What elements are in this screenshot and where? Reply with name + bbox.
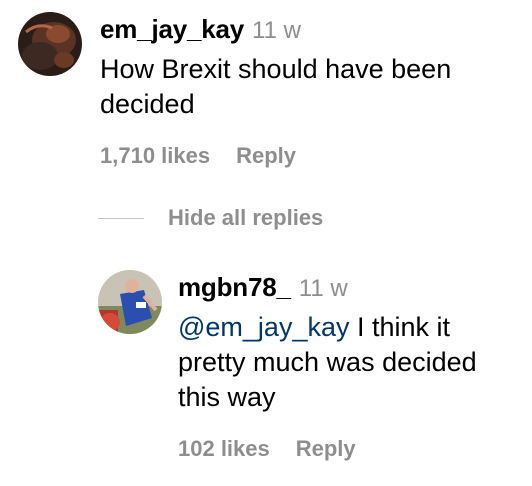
comment-reply-button[interactable]: Reply: [236, 143, 296, 169]
comment-header: em_jay_kay 11 w: [100, 14, 301, 45]
comment-username[interactable]: em_jay_kay: [100, 14, 244, 44]
comment-actions: 1,710 likes Reply: [100, 143, 296, 169]
comment-timestamp: 11 w: [252, 17, 301, 44]
hide-replies-label: Hide all replies: [168, 205, 324, 230]
reply-text-segment: I think it: [349, 312, 451, 342]
mention-link[interactable]: @em_jay_kay: [178, 312, 349, 342]
reply-text-line: @em_jay_kay I think it: [178, 310, 477, 345]
hide-replies-button[interactable]: Hide all replies: [98, 205, 323, 231]
avatar[interactable]: [18, 12, 82, 76]
reply-avatar[interactable]: [98, 270, 162, 334]
reply-likes-count[interactable]: 102 likes: [178, 436, 270, 462]
avatar-image: [98, 270, 162, 334]
comment-text-line: decided: [100, 89, 195, 119]
reply-timestamp: 11 w: [298, 275, 348, 302]
comment-text-line: How Brexit should have been: [100, 54, 452, 84]
comment-text: How Brexit should have been decided: [100, 52, 451, 122]
reply-text-line: pretty much was decided: [178, 347, 477, 377]
reply-reply-button[interactable]: Reply: [296, 436, 356, 462]
reply-username[interactable]: mgbn78_: [178, 272, 291, 302]
reply-text: @em_jay_kay I think it pretty much was d…: [178, 310, 477, 415]
reply-actions: 102 likes Reply: [178, 436, 356, 462]
reply-header: mgbn78_ 11 w: [178, 272, 348, 303]
reply-text-line: this way: [178, 382, 276, 412]
comment-likes-count[interactable]: 1,710 likes: [100, 143, 210, 169]
avatar-image: [18, 12, 82, 76]
divider-line: [98, 217, 144, 219]
